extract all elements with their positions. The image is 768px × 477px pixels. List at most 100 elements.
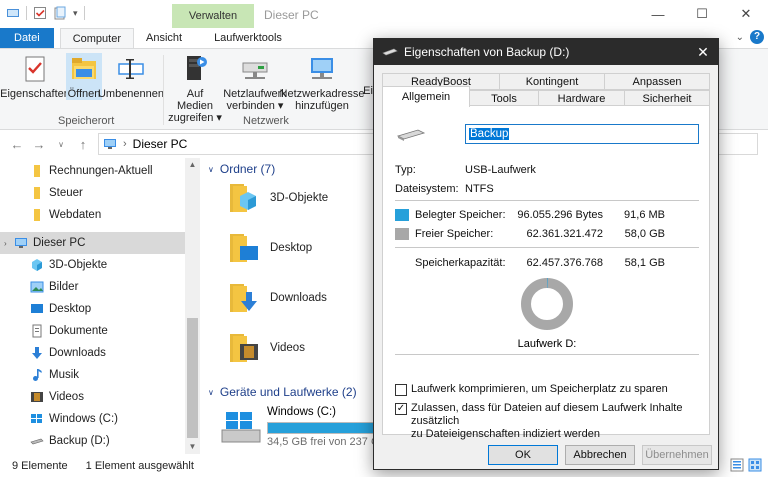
sidebar-item-webdaten[interactable]: Webdaten	[0, 204, 185, 226]
tab-file[interactable]: Datei	[0, 28, 54, 48]
sidebar-item-3d-objects[interactable]: 3D-Objekte	[0, 254, 185, 276]
index-option[interactable]: ✓ Zulassen, dass für Dateien auf diesem …	[395, 402, 709, 441]
close-button[interactable]: ✕	[724, 0, 768, 28]
forward-arrow-icon[interactable]: →	[28, 137, 50, 152]
ribbon-collapse-icon[interactable]: ⌄	[736, 32, 744, 43]
sidebar-item-drive-c[interactable]: Windows (C:)	[0, 408, 185, 430]
maximize-button[interactable]: ☐	[680, 0, 724, 28]
sidebar-item-music[interactable]: Musik	[0, 364, 185, 386]
sidebar-item-pictures[interactable]: Bilder	[0, 276, 185, 298]
separator	[395, 200, 699, 201]
navigation-scrollbar[interactable]: ▲ ▼	[185, 158, 200, 454]
sidebar-item-this-pc[interactable]: › Dieser PC	[0, 232, 185, 254]
details-view-icon[interactable]	[730, 458, 744, 472]
access-media-label-1: Auf Medien	[176, 88, 214, 112]
collapse-chevron-icon[interactable]: ∨	[208, 388, 214, 397]
ok-button[interactable]: OK	[488, 445, 558, 465]
sidebar-item-label: Steuer	[49, 187, 83, 199]
free-space-label: Freier Speicher:	[415, 228, 494, 240]
network-location-icon	[311, 58, 333, 79]
sidebar-item-rechnungen[interactable]: Rechnungen-Aktuell	[0, 160, 185, 182]
folder-item-downloads[interactable]: Downloads	[226, 280, 327, 316]
up-arrow-icon[interactable]: ↑	[72, 137, 94, 152]
drive-c-free-text: 34,5 GB frei von 237 G	[267, 436, 373, 448]
tab-computer[interactable]: Computer	[59, 28, 134, 48]
folder-item-3d-objects[interactable]: 3D-Objekte	[226, 180, 328, 216]
capacity-size: 58,1 GB	[624, 257, 665, 269]
folders-group-header[interactable]: ∨ Ordner (7)	[208, 162, 275, 176]
minimize-button[interactable]: —	[636, 0, 680, 28]
explorer-titlebar: ▾ Verwalten Dieser PC — ☐ ✕	[0, 0, 768, 28]
index-checkbox[interactable]: ✓	[395, 403, 407, 415]
drive-c-usage-fill	[268, 423, 373, 433]
compress-option[interactable]: Laufwerk komprimieren, um Speicherplatz …	[395, 383, 668, 396]
media-server-icon	[187, 56, 207, 80]
add-network-label-2: hinzufügen	[295, 100, 349, 112]
documents-icon	[32, 324, 42, 338]
sidebar-item-label: Rechnungen-Aktuell	[49, 165, 153, 177]
sidebar-item-drive-d[interactable]: Backup (D:)	[0, 430, 185, 452]
rename-button[interactable]: Umbenennen	[98, 53, 164, 100]
folder-icon	[34, 187, 40, 199]
drive-c-label: Windows (C:)	[267, 406, 337, 418]
sidebar-item-videos[interactable]: Videos	[0, 386, 185, 408]
this-pc-icon	[15, 238, 27, 248]
new-folder-icon[interactable]	[53, 6, 67, 20]
tab-kontingent[interactable]: Kontingent	[499, 73, 605, 90]
drives-group-header[interactable]: ∨ Geräte und Laufwerke (2)	[208, 385, 357, 399]
recent-locations-chevron-icon[interactable]: ∨	[50, 140, 72, 149]
breadcrumb-this-pc[interactable]: Dieser PC	[133, 137, 188, 151]
drive-name-value: Backup	[469, 128, 510, 140]
cancel-button[interactable]: Abbrechen	[565, 445, 635, 465]
folder-icon	[34, 209, 40, 221]
dialog-titlebar[interactable]: Eigenschaften von Backup (D:) ✕	[374, 39, 718, 65]
apply-button: Übernehmen	[642, 445, 712, 465]
desktop-icon	[31, 304, 43, 313]
folder-item-videos[interactable]: Videos	[226, 330, 305, 366]
expand-chevron-icon[interactable]: ›	[4, 239, 14, 248]
sidebar-item-desktop[interactable]: Desktop	[0, 298, 185, 320]
open-button[interactable]: Öffnen	[66, 53, 102, 100]
help-icon[interactable]: ?	[750, 30, 764, 44]
dialog-close-button[interactable]: ✕	[694, 43, 712, 61]
folders-group-label: Ordner (7)	[219, 162, 276, 176]
map-drive-button[interactable]: Netzlaufwerk verbinden ▾	[223, 53, 287, 112]
open-icon	[72, 58, 96, 79]
drive-name-input[interactable]: Backup	[465, 124, 699, 144]
used-space-label: Belegter Speicher:	[415, 209, 506, 221]
tab-anpassen[interactable]: Anpassen	[604, 73, 710, 90]
general-tab-panel: Backup Typ: USB-Laufwerk Dateisystem: NT…	[382, 105, 710, 440]
filesystem-value: NTFS	[465, 183, 494, 195]
map-drive-label-1: Netzlaufwerk	[223, 88, 287, 100]
access-media-button[interactable]: Auf Medien zugreifen ▾	[168, 53, 222, 124]
back-arrow-icon[interactable]: ←	[6, 137, 28, 152]
compress-checkbox[interactable]	[395, 384, 407, 396]
scroll-down-arrow-icon[interactable]: ▼	[185, 440, 200, 454]
tab-allgemein[interactable]: Allgemein	[382, 86, 470, 107]
compress-label: Laufwerk komprimieren, um Speicherplatz …	[411, 383, 668, 395]
tiles-view-icon[interactable]	[748, 458, 762, 472]
free-space-swatch	[395, 228, 409, 240]
scroll-thumb[interactable]	[187, 318, 198, 438]
folder-item-desktop[interactable]: Desktop	[226, 230, 312, 266]
tab-view[interactable]: Ansicht	[134, 28, 194, 48]
drive-item-c[interactable]: Windows (C:) 34,5 GB frei von 237 G	[220, 404, 373, 450]
collapse-chevron-icon[interactable]: ∨	[208, 165, 214, 174]
sidebar-item-documents[interactable]: Dokumente	[0, 320, 185, 342]
sidebar-item-steuer[interactable]: Steuer	[0, 182, 185, 204]
sidebar-item-label: Downloads	[49, 347, 106, 359]
add-network-location-button[interactable]: Netzwerkadresse hinzufügen	[280, 53, 365, 112]
view-toggle-group	[730, 458, 762, 472]
used-space-swatch	[395, 209, 409, 221]
qat-customize-icon[interactable]: ▾	[73, 8, 78, 19]
folder-label: Downloads	[270, 292, 327, 304]
add-network-label-1: Netzwerkadresse	[279, 88, 365, 100]
tab-drive-tools[interactable]: Laufwerktools	[202, 28, 294, 48]
cube-3d-icon	[32, 259, 42, 271]
properties-check-icon[interactable]	[33, 6, 47, 20]
properties-button[interactable]: Eigenschaften	[0, 53, 70, 100]
sidebar-item-downloads[interactable]: Downloads	[0, 342, 185, 364]
scroll-up-arrow-icon[interactable]: ▲	[185, 158, 200, 172]
ribbon-right-controls: ⌄ ?	[736, 30, 764, 44]
separator	[395, 247, 699, 248]
